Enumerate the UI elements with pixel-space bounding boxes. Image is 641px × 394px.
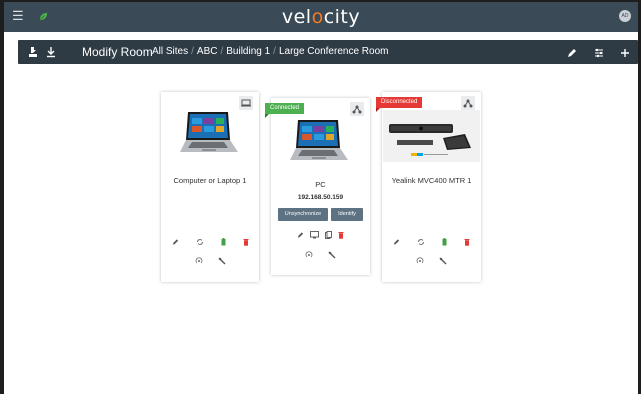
device-actions-secondary — [382, 252, 481, 270]
device-ip: 192.168.50.159 — [297, 194, 344, 201]
network-type-icon — [461, 96, 475, 110]
breadcrumb-separator: / — [191, 46, 194, 57]
breadcrumb-all-sites[interactable]: All Sites — [152, 46, 188, 57]
broadcast-icon[interactable] — [416, 252, 424, 270]
rooms-icon[interactable] — [28, 45, 38, 63]
sync-icon[interactable] — [196, 233, 204, 251]
device-actions-secondary — [161, 252, 259, 270]
edit-icon[interactable] — [297, 226, 304, 244]
device-name: Yealink MVC400 MTR 1 — [391, 176, 472, 185]
app-header: ☰ velocity AD — [4, 2, 638, 32]
pc-image — [288, 118, 350, 169]
room-toolbar: Modify Room All Sites / ABC / Building 1/Lar… — [18, 40, 638, 64]
status-badge: Disconnected — [376, 97, 423, 112]
monitor-icon[interactable] — [310, 226, 319, 244]
delete-icon[interactable] — [464, 233, 470, 251]
delete-icon[interactable] — [243, 233, 249, 251]
device-name: Computer or Laptop 1 — [173, 176, 247, 185]
broadcast-icon[interactable] — [305, 246, 313, 264]
sync-icon[interactable] — [417, 233, 425, 251]
breadcrumb: All Sites / ABC / Building 1/Large Conferenc… — [152, 46, 388, 57]
breadcrumb-site[interactable]: ABC — [197, 46, 218, 57]
toolbar-actions — [555, 45, 630, 63]
copy-icon[interactable] — [325, 226, 332, 244]
laptop-image — [178, 110, 240, 161]
device-card[interactable]: Disconnected Yealink MVC400 MTR 1 — [376, 92, 481, 282]
add-icon[interactable] — [620, 45, 630, 63]
identify-button[interactable]: Identify — [331, 208, 363, 221]
laptop-type-icon — [239, 96, 253, 110]
battery-icon[interactable] — [442, 233, 447, 251]
device-actions — [382, 233, 481, 251]
download-icon[interactable] — [46, 45, 56, 63]
delete-icon[interactable] — [338, 226, 344, 244]
user-avatar[interactable]: AD — [619, 10, 631, 22]
page-title: Modify Room — [82, 45, 153, 59]
broadcast-icon[interactable] — [195, 252, 203, 270]
status-badge: Connected — [265, 103, 305, 118]
wrench-icon[interactable] — [438, 252, 447, 270]
breadcrumb-building[interactable]: Building 1 — [226, 46, 270, 57]
edit-icon[interactable] — [172, 233, 179, 251]
yealink-image — [383, 110, 480, 162]
edit-icon[interactable] — [393, 233, 400, 251]
wrench-icon[interactable] — [327, 246, 336, 264]
window-frame-left — [0, 0, 4, 394]
network-type-icon — [350, 102, 364, 116]
app-logo: velocity — [281, 6, 361, 28]
device-card[interactable]: Computer or Laptop 1 — [161, 92, 259, 282]
device-name: PC — [315, 180, 326, 189]
device-actions — [161, 233, 259, 251]
device-actions — [271, 226, 370, 244]
breadcrumb-room: Large Conference Room — [278, 46, 389, 57]
wrench-icon[interactable] — [217, 252, 226, 270]
device-card[interactable]: Connected PC 192.168.50.159 Unsynchroniz… — [265, 98, 370, 275]
breadcrumb-separator: / — [273, 46, 276, 57]
filter-icon[interactable] — [594, 45, 604, 63]
device-actions-secondary — [271, 246, 370, 264]
unsynchronize-button[interactable]: Unsynchronize — [278, 208, 328, 221]
breadcrumb-separator: / — [220, 46, 224, 57]
edit-icon[interactable] — [567, 45, 577, 63]
battery-icon[interactable] — [221, 233, 226, 251]
